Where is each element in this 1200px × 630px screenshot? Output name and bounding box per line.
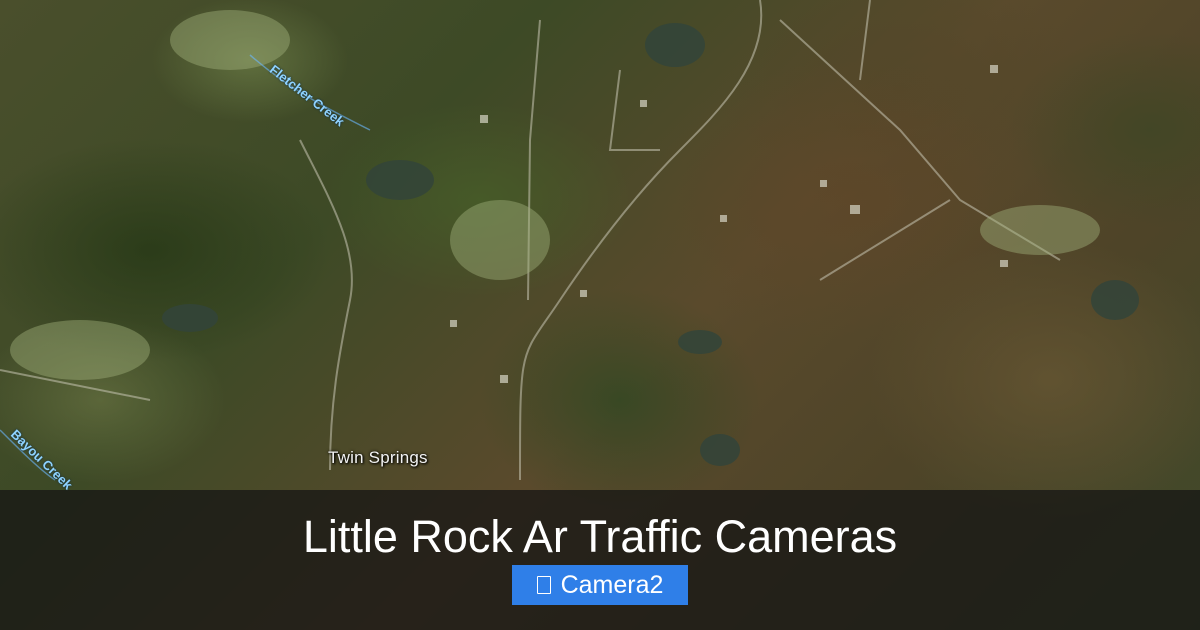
camera-button[interactable]: Camera2 (512, 565, 688, 605)
place-label-twin-springs: Twin Springs (328, 448, 428, 467)
camera-button-label: Camera2 (560, 570, 664, 599)
page-title: Little Rock Ar Traffic Cameras (302, 511, 898, 562)
camera-icon (536, 576, 551, 594)
